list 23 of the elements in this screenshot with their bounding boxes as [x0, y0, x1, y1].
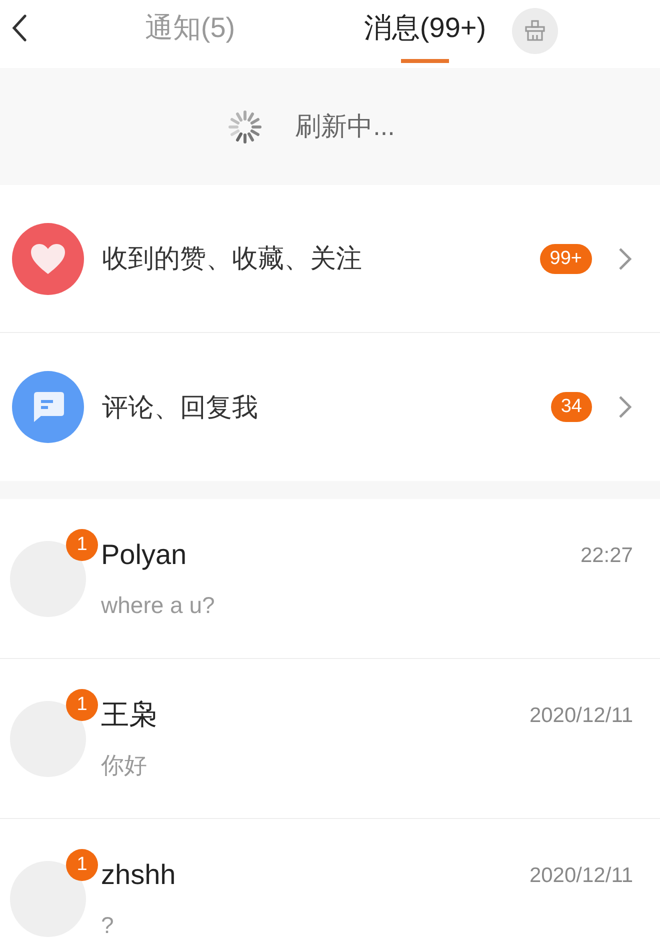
contact-name: zhshh — [101, 858, 176, 892]
unread-badge: 1 — [66, 849, 98, 881]
message-preview: 你好 — [101, 751, 147, 780]
category-label: 评论、回复我 — [102, 390, 259, 424]
message-time: 2020/12/11 — [529, 863, 633, 889]
contact-name: 王枭 — [101, 698, 157, 732]
message-time: 22:27 — [580, 543, 633, 569]
message-time: 2020/12/11 — [529, 703, 633, 729]
contact-name: Polyan — [101, 538, 187, 572]
category-label: 收到的赞、收藏、关注 — [102, 242, 363, 275]
message-preview: ? — [101, 911, 114, 940]
unread-badge: 1 — [66, 529, 98, 561]
tab[interactable]: 消息(99+) — [345, 8, 505, 68]
clear-button[interactable] — [512, 8, 558, 54]
count-badge: 99+ — [540, 244, 592, 274]
refresh-text: 刷新中... — [295, 110, 395, 143]
chevron-right-icon — [618, 246, 632, 270]
count-badge: 34 — [550, 392, 592, 422]
chevron-right-icon — [618, 395, 632, 419]
broom-icon — [523, 19, 547, 43]
back-icon — [10, 13, 28, 43]
message-preview: where a u? — [101, 591, 215, 620]
unread-badge: 1 — [66, 689, 98, 721]
